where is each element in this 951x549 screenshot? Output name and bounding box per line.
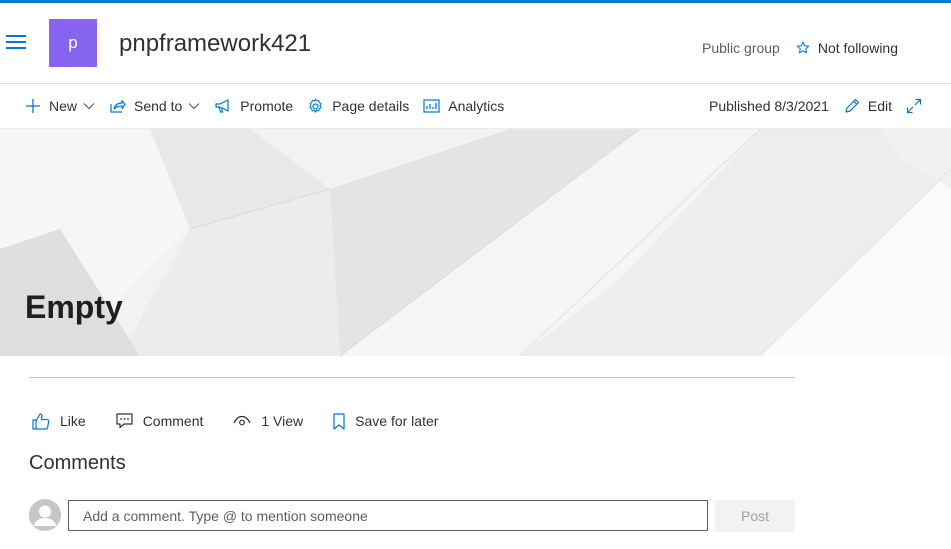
eye-icon <box>233 415 251 426</box>
expand-icon <box>906 98 922 114</box>
chevron-down-icon <box>83 103 95 110</box>
site-title[interactable]: pnpframework421 <box>119 30 311 58</box>
thumbs-up-icon <box>32 412 50 430</box>
follow-label: Not following <box>817 40 898 56</box>
bookmark-icon <box>333 412 345 430</box>
star-icon <box>796 41 810 54</box>
promote-label: Promote <box>240 98 294 114</box>
like-button[interactable]: Like <box>24 412 94 430</box>
promote-button[interactable]: Promote <box>207 84 300 128</box>
social-bar: Like Comment 1 View Save for later <box>24 403 460 439</box>
chevron-down-icon <box>188 103 200 110</box>
like-label: Like <box>60 413 86 429</box>
send-to-label: Send to <box>134 98 183 114</box>
analytics-label: Analytics <box>448 98 505 114</box>
group-type-label: Public group <box>702 40 780 56</box>
avatar <box>29 499 61 531</box>
site-logo[interactable]: p <box>49 19 97 67</box>
edit-label: Edit <box>867 98 892 114</box>
command-bar: New Send to Promote Page details Analyti… <box>0 84 951 128</box>
new-label: New <box>49 98 78 114</box>
share-icon <box>110 99 126 113</box>
analytics-button[interactable]: Analytics <box>416 84 511 128</box>
plus-icon <box>26 99 40 113</box>
comment-icon <box>116 413 133 429</box>
site-meta: Public group Not following <box>702 40 898 56</box>
view-count: 1 View <box>225 413 311 429</box>
page-details-label: Page details <box>332 98 410 114</box>
pencil-icon <box>845 98 859 113</box>
comment-input[interactable] <box>68 500 708 531</box>
page-details-button[interactable]: Page details <box>300 84 416 128</box>
hero-banner: Empty <box>0 129 951 356</box>
site-header: p pnpframework421 Public group Not follo… <box>0 3 951 83</box>
save-for-later-button[interactable]: Save for later <box>325 412 446 430</box>
gear-icon <box>309 98 322 113</box>
comment-label: Comment <box>142 413 204 429</box>
hamburger-menu-icon[interactable] <box>6 35 28 51</box>
expand-button[interactable] <box>899 84 929 128</box>
new-button[interactable]: New <box>18 84 102 128</box>
content-divider <box>29 377 795 378</box>
edit-button[interactable]: Edit <box>837 84 899 128</box>
comment-composer: Post <box>29 499 795 533</box>
save-for-later-label: Save for later <box>355 413 439 429</box>
person-icon <box>29 499 61 531</box>
comments-heading: Comments <box>29 452 126 474</box>
analytics-icon <box>423 98 440 113</box>
send-to-button[interactable]: Send to <box>102 84 207 128</box>
hero-background-image <box>0 129 951 356</box>
comment-button[interactable]: Comment <box>108 413 212 429</box>
page-title: Empty <box>25 289 123 325</box>
view-count-label: 1 View <box>261 413 304 429</box>
published-date: Published 8/3/2021 <box>709 98 829 114</box>
follow-button[interactable]: Not following <box>796 40 898 56</box>
post-button[interactable]: Post <box>715 500 795 532</box>
megaphone-icon <box>215 99 229 113</box>
